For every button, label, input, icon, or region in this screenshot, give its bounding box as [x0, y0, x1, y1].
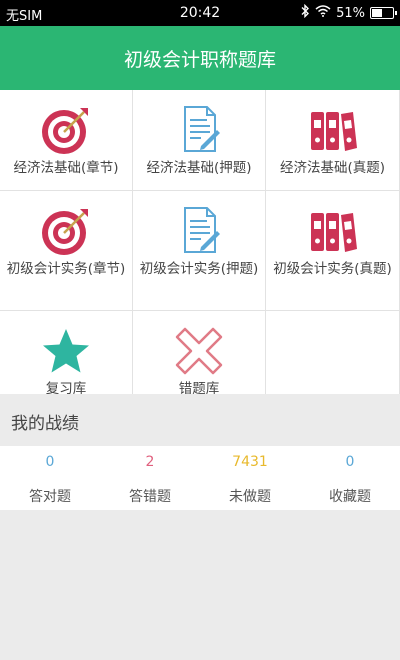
grid-item-label: 初级会计实务(真题) — [273, 261, 392, 277]
grid-item-law-real[interactable]: 经济法基础(真题) — [266, 90, 400, 191]
grid-item-label: 初级会计实务(押题) — [139, 261, 259, 277]
stats-row: 0 答对题 2 答错题 7431 未做题 0 收藏题 — [0, 446, 400, 510]
target-icon — [40, 205, 92, 257]
grid-item-label: 初级会计实务(章节) — [6, 261, 126, 277]
app-header: 初级会计职称题库 — [0, 26, 400, 90]
grid-item-label: 错题库 — [178, 381, 220, 394]
stat-label: 收藏题 — [329, 489, 371, 505]
page-title: 初级会计职称题库 — [123, 48, 276, 71]
grid-item-practice-predict[interactable]: 初级会计实务(押题) — [133, 191, 266, 311]
grid-item-review[interactable]: 复习库 — [0, 311, 133, 394]
stat-value: 2 — [145, 454, 155, 470]
record-section-header: 我的战绩 — [0, 394, 400, 446]
grid-item-practice-chapter[interactable]: 初级会计实务(章节) — [0, 191, 133, 311]
stat-label: 未做题 — [229, 489, 271, 505]
section-title: 我的战绩 — [11, 414, 79, 434]
grid-item-label: 经济法基础(真题) — [279, 160, 386, 176]
stat-label: 答错题 — [129, 489, 171, 505]
stat-wrong[interactable]: 2 答错题 — [100, 446, 200, 510]
target-icon — [40, 104, 92, 156]
stat-value: 7431 — [232, 454, 268, 470]
battery-percent: 51% — [336, 5, 365, 21]
binders-icon — [307, 104, 359, 156]
stat-favorite[interactable]: 0 收藏题 — [300, 446, 400, 510]
category-grid: 经济法基础(章节) 经济法基础(押题) 经济法基础(真题) 初级会计实务(章节)… — [0, 90, 400, 394]
stat-undone[interactable]: 7431 未做题 — [200, 446, 300, 510]
grid-item-label: 经济法基础(章节) — [13, 160, 119, 176]
grid-item-label: 经济法基础(押题) — [146, 160, 252, 176]
stat-value: 0 — [345, 454, 355, 470]
grid-item-law-chapter[interactable]: 经济法基础(章节) — [0, 90, 133, 191]
stat-label: 答对题 — [29, 489, 71, 505]
stat-correct[interactable]: 0 答对题 — [0, 446, 100, 510]
stat-value: 0 — [45, 454, 55, 470]
bluetooth-icon — [300, 3, 310, 22]
grid-item-wrong[interactable]: 错题库 — [133, 311, 266, 394]
battery-icon — [370, 7, 397, 19]
cross-icon — [173, 325, 225, 377]
binders-icon — [307, 205, 359, 257]
document-pen-icon — [173, 104, 225, 156]
status-bar: 无SIM 20:42 51% — [0, 0, 400, 26]
grid-item-label: 复习库 — [45, 381, 87, 394]
grid-empty-cell — [266, 311, 400, 394]
grid-item-law-predict[interactable]: 经济法基础(押题) — [133, 90, 266, 191]
wifi-icon — [315, 5, 331, 21]
star-icon — [40, 325, 92, 377]
status-icons: 51% — [300, 3, 397, 22]
grid-item-practice-real[interactable]: 初级会计实务(真题) — [266, 191, 400, 311]
document-pen-icon — [173, 205, 225, 257]
